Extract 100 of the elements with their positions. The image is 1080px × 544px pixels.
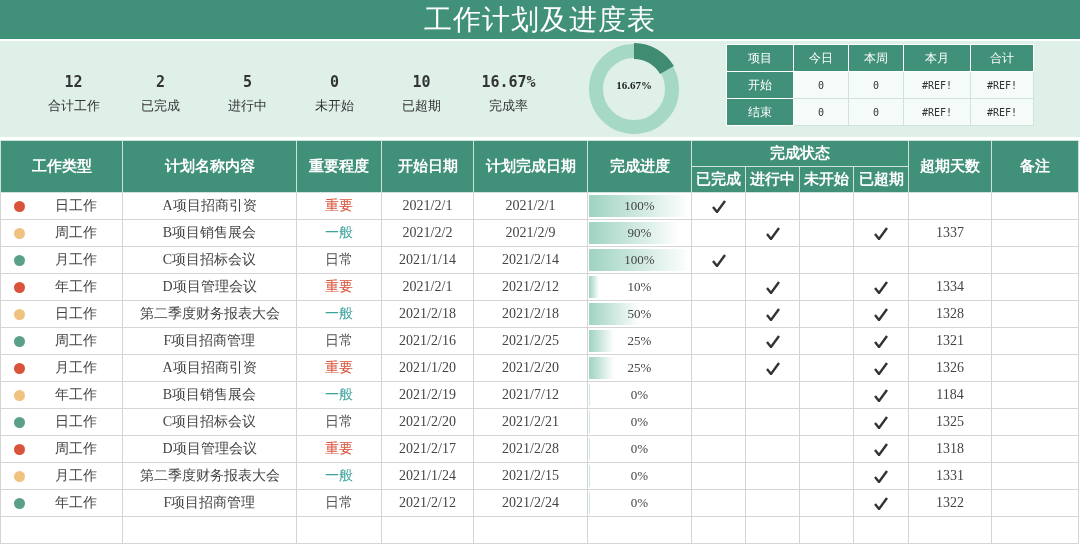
column-header: 计划完成日期 xyxy=(473,140,588,193)
progress-text: 10% xyxy=(627,279,652,295)
table-cell: 2021/2/21 xyxy=(502,414,559,429)
priority-label: 重要 xyxy=(325,360,353,375)
check-icon xyxy=(765,334,780,348)
progress-text: 25% xyxy=(627,333,652,349)
table-cell: 2021/2/1 xyxy=(505,198,556,213)
table-cell: 1331 xyxy=(936,468,964,483)
stat-value: 2 xyxy=(156,73,165,91)
table-cell: F项目招商管理 xyxy=(163,333,256,348)
stat-label: 进行中 xyxy=(228,97,267,115)
table-cell: 1321 xyxy=(936,333,964,348)
stat-value: 5 xyxy=(243,73,252,91)
table-cell: A项目招商引资 xyxy=(162,360,257,375)
table-cell: 年工作 xyxy=(55,494,97,512)
table-cell: 2021/2/20 xyxy=(399,414,456,429)
progress-text: 0% xyxy=(630,414,649,430)
stat-value: 12 xyxy=(64,73,83,91)
column-header: 工作类型 xyxy=(0,140,123,193)
table-cell: 2021/2/1 xyxy=(402,279,453,294)
stat-value: 10 xyxy=(412,73,431,91)
table-cell: 周工作 xyxy=(55,332,97,350)
mini-header-cell: 本周 xyxy=(848,44,904,72)
table-cell: 日工作 xyxy=(55,413,97,431)
column-header: 超期天数 xyxy=(908,140,992,193)
check-icon xyxy=(874,280,888,294)
mini-header-cell: 合计 xyxy=(970,44,1034,72)
table-cell: 2021/2/15 xyxy=(502,468,559,483)
check-icon xyxy=(874,334,888,348)
priority-label: 日常 xyxy=(325,252,353,267)
table-cell: 周工作 xyxy=(55,224,97,242)
table-cell: 2021/2/24 xyxy=(502,495,559,510)
mini-cell: #REF! xyxy=(903,98,971,126)
table-cell: B项目销售展会 xyxy=(162,225,257,240)
table-cell: 2021/1/14 xyxy=(399,252,456,267)
table-cell: 2021/2/25 xyxy=(502,333,559,348)
sheet-title: 工作计划及进度表 xyxy=(0,0,1080,39)
table-cell: 2021/2/20 xyxy=(502,360,559,375)
check-icon xyxy=(874,307,888,321)
check-icon xyxy=(711,253,726,267)
table-cell: 2021/2/19 xyxy=(399,387,456,402)
stat-label: 已超期 xyxy=(402,97,441,115)
table-cell: 2021/1/20 xyxy=(399,360,456,375)
table-cell: 2021/2/17 xyxy=(399,441,456,456)
check-icon xyxy=(874,226,888,240)
table-cell: 2021/2/12 xyxy=(399,495,456,510)
table-cell: C项目招标会议 xyxy=(162,414,257,429)
table-cell: 年工作 xyxy=(55,278,97,296)
progress-text: 50% xyxy=(627,306,652,322)
table-cell: 第二季度财务报表大会 xyxy=(139,468,280,483)
table-cell: F项目招商管理 xyxy=(163,495,256,510)
priority-label: 日常 xyxy=(325,495,353,510)
table-cell: C项目招标会议 xyxy=(162,252,257,267)
stat-value: 0 xyxy=(330,73,339,91)
check-icon xyxy=(874,442,888,456)
stat-value: 16.67% xyxy=(481,73,536,91)
priority-label: 重要 xyxy=(325,441,353,456)
column-header: 备注 xyxy=(991,140,1079,193)
check-icon xyxy=(874,496,888,510)
table-cell: 第二季度财务报表大会 xyxy=(139,306,280,321)
table-cell: 2021/2/18 xyxy=(502,306,559,321)
table-cell: 1318 xyxy=(936,441,964,456)
column-header: 完成进度 xyxy=(587,140,692,193)
table-cell: 2021/2/18 xyxy=(399,306,456,321)
check-icon xyxy=(711,199,726,213)
column-header: 计划名称内容 xyxy=(122,140,297,193)
check-icon xyxy=(874,388,888,402)
table-cell: 日工作 xyxy=(55,197,97,215)
ring-label: 16.67% xyxy=(615,79,653,91)
check-icon xyxy=(874,469,888,483)
priority-label: 一般 xyxy=(325,387,353,402)
table-cell: 1337 xyxy=(936,225,964,240)
mini-header-cell: 本月 xyxy=(903,44,971,72)
progress-text: 25% xyxy=(627,360,652,376)
check-icon xyxy=(874,415,888,429)
progress-text: 0% xyxy=(630,387,649,403)
priority-label: 重要 xyxy=(325,198,353,213)
table-cell: 2021/2/2 xyxy=(402,225,453,240)
column-header: 完成状态 xyxy=(691,140,909,167)
stat-label: 未开始 xyxy=(315,97,354,115)
stat-label: 完成率 xyxy=(489,97,528,115)
check-icon xyxy=(874,361,888,375)
check-icon xyxy=(765,307,780,321)
table-cell: 2021/2/12 xyxy=(502,279,559,294)
priority-label: 一般 xyxy=(325,225,353,240)
table-cell: B项目销售展会 xyxy=(162,387,257,402)
progress-text: 0% xyxy=(630,441,649,457)
table-cell: 月工作 xyxy=(55,251,97,269)
progress-text: 0% xyxy=(630,495,649,511)
stat-label: 已完成 xyxy=(141,97,180,115)
table-cell: 1328 xyxy=(936,306,964,321)
table-cell: 月工作 xyxy=(55,467,97,485)
table-cell: 周工作 xyxy=(55,440,97,458)
table-cell: A项目招商引资 xyxy=(162,198,257,213)
table-cell: 2021/2/14 xyxy=(502,252,559,267)
table-cell: 2021/7/12 xyxy=(502,387,559,402)
table-cell: 月工作 xyxy=(55,359,97,377)
table-cell: 2021/1/24 xyxy=(399,468,456,483)
check-icon xyxy=(765,280,780,294)
priority-label: 日常 xyxy=(325,333,353,348)
